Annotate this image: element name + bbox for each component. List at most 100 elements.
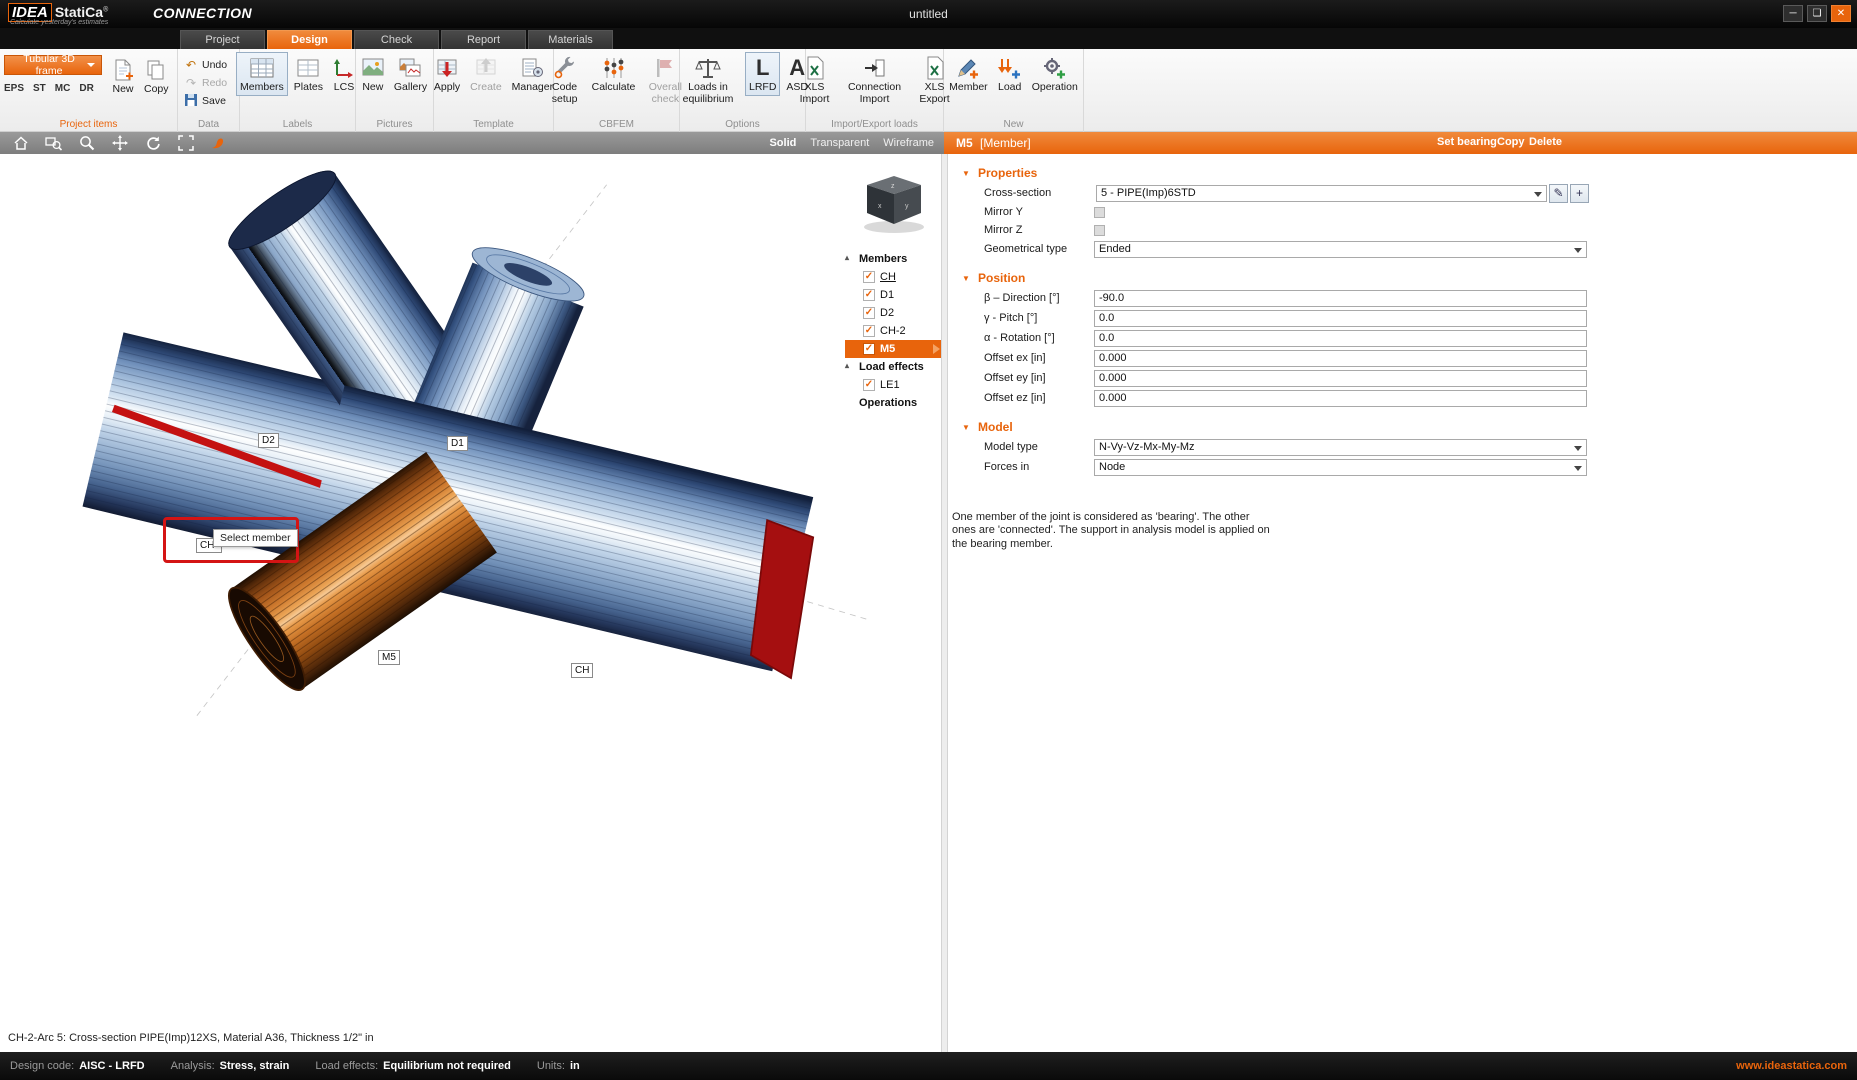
tree-item-d2[interactable]: ✓ D2: [845, 304, 942, 322]
eps-button[interactable]: EPS: [4, 83, 24, 94]
offset-ey-input[interactable]: 0.000: [1094, 370, 1587, 387]
fit-view-icon[interactable]: [177, 135, 194, 151]
copy-project-item-button[interactable]: Copy: [140, 54, 173, 98]
set-bearing-button[interactable]: Set bearing: [1437, 136, 1497, 148]
geometrical-type-dropdown[interactable]: Ended: [1094, 241, 1587, 258]
close-button[interactable]: ✕: [1831, 5, 1851, 22]
mc-button[interactable]: MC: [55, 83, 71, 94]
new-project-item-button[interactable]: New: [108, 54, 138, 98]
panel-splitter[interactable]: [941, 154, 948, 1052]
checkbox-ch2[interactable]: ✓: [863, 325, 875, 337]
edit-cross-section-button[interactable]: ✎: [1549, 184, 1568, 203]
offset-ex-label: Offset ex [in]: [984, 352, 1094, 364]
member-label-d2[interactable]: D2: [258, 433, 279, 448]
offset-ez-input[interactable]: 0.000: [1094, 390, 1587, 407]
project-type-dropdown[interactable]: Tubular 3D frame: [4, 55, 102, 75]
checkbox-ch[interactable]: ✓: [863, 271, 875, 283]
copy-member-button[interactable]: Copy: [1497, 136, 1525, 148]
beta-direction-input[interactable]: -90.0: [1094, 290, 1587, 307]
cross-section-dropdown[interactable]: 5 - PIPE(Imp)6STD: [1096, 185, 1547, 202]
home-view-icon[interactable]: [12, 135, 29, 151]
paint-view-icon[interactable]: [210, 135, 227, 151]
group-label-pictures: Pictures: [356, 119, 433, 130]
gamma-pitch-input[interactable]: 0.0: [1094, 310, 1587, 327]
section-position[interactable]: ▼Position: [948, 269, 1857, 288]
tab-design[interactable]: Design: [267, 30, 352, 49]
tree-item-ch2[interactable]: ✓ CH-2: [845, 322, 942, 340]
forces-in-dropdown[interactable]: Node: [1094, 459, 1587, 476]
ribbon-group-project-items: Tubular 3D frame EPS ST MC DR New Copy P…: [0, 49, 178, 132]
connection-import-button[interactable]: Connection Import: [838, 52, 912, 108]
tree-header-operations[interactable]: Operations: [845, 394, 942, 412]
save-button[interactable]: Save: [184, 93, 233, 109]
tab-check[interactable]: Check: [354, 30, 439, 49]
delete-member-button[interactable]: Delete: [1529, 136, 1562, 148]
collapse-triangle-icon: ▼: [962, 274, 970, 283]
new-member-button[interactable]: Member: [945, 52, 992, 96]
checkbox-d1[interactable]: ✓: [863, 289, 875, 301]
connection-import-icon: [863, 55, 887, 81]
new-load-button[interactable]: Load: [994, 52, 1026, 96]
ribbon-group-template: Apply Create Manager Template: [434, 49, 554, 132]
tree-item-m5[interactable]: ✓ M5: [845, 340, 942, 358]
section-properties[interactable]: ▼Properties: [948, 164, 1857, 183]
tab-report[interactable]: Report: [441, 30, 526, 49]
checkbox-le1[interactable]: ✓: [863, 379, 875, 391]
member-label-m5[interactable]: M5: [378, 650, 400, 665]
pan-icon[interactable]: [111, 135, 128, 151]
redo-icon: ↷: [184, 77, 198, 89]
zoom-icon[interactable]: [78, 135, 95, 151]
mirror-z-checkbox[interactable]: [1094, 225, 1105, 236]
member-label-ch[interactable]: CH: [571, 663, 593, 678]
load-arrows-plus-icon: [998, 55, 1022, 81]
viewport-3d[interactable]: D2 D1 CH- M5 CH Select member CH-2-Arc 5…: [0, 154, 941, 1052]
navigation-cube[interactable]: z x y: [855, 170, 933, 236]
status-bar: Design code:AISC - LRFD Analysis:Stress,…: [0, 1052, 1857, 1080]
st-button[interactable]: ST: [33, 83, 46, 94]
new-operation-button[interactable]: Operation: [1028, 52, 1082, 96]
labels-plates-button[interactable]: Plates: [290, 52, 327, 96]
model-type-dropdown[interactable]: N-Vy-Vz-Mx-My-Mz: [1094, 439, 1587, 456]
tree-item-d1[interactable]: ✓ D1: [845, 286, 942, 304]
template-apply-button[interactable]: Apply: [430, 52, 464, 96]
member-label-d1[interactable]: D1: [447, 436, 468, 451]
plates-grid-icon: [297, 55, 319, 81]
zoom-window-icon[interactable]: [45, 135, 62, 151]
offset-ex-input[interactable]: 0.000: [1094, 350, 1587, 367]
calculate-button[interactable]: Calculate: [588, 52, 640, 96]
maximize-button[interactable]: ❏: [1807, 5, 1827, 22]
render-mode-solid[interactable]: Solid: [769, 137, 796, 149]
redo-button[interactable]: ↷Redo: [184, 75, 233, 91]
picture-gallery-button[interactable]: Gallery: [390, 52, 431, 96]
tree-header-members[interactable]: ▴Members: [845, 250, 942, 268]
refresh-icon[interactable]: [144, 135, 161, 151]
undo-button[interactable]: ↶Undo: [184, 57, 233, 73]
code-setup-button[interactable]: Code setup: [544, 52, 586, 108]
mirror-y-checkbox[interactable]: [1094, 207, 1105, 218]
picture-new-button[interactable]: New: [358, 52, 388, 96]
checkbox-d2[interactable]: ✓: [863, 307, 875, 319]
document-title: untitled: [0, 7, 1857, 21]
render-mode-wireframe[interactable]: Wireframe: [883, 137, 934, 149]
svg-text:x: x: [878, 203, 882, 210]
tree-item-le1[interactable]: ✓ LE1: [845, 376, 942, 394]
lrfd-button[interactable]: L LRFD: [745, 52, 780, 96]
dr-button[interactable]: DR: [79, 83, 93, 94]
xls-import-button[interactable]: XLS Import: [794, 52, 836, 108]
add-cross-section-button[interactable]: +: [1570, 184, 1589, 203]
labels-lcs-button[interactable]: LCS: [329, 52, 359, 96]
checkbox-m5[interactable]: ✓: [863, 343, 875, 355]
alpha-rotation-input[interactable]: 0.0: [1094, 330, 1587, 347]
render-mode-transparent[interactable]: Transparent: [810, 137, 869, 149]
loads-in-equilibrium-button[interactable]: Loads in equilibrium: [673, 52, 743, 108]
selected-row-arrow-icon: [933, 344, 940, 354]
tab-materials[interactable]: Materials: [528, 30, 613, 49]
labels-members-button[interactable]: Members: [236, 52, 288, 96]
template-create-button[interactable]: Create: [466, 52, 506, 96]
tree-header-load-effects[interactable]: ▴Load effects: [845, 358, 942, 376]
tab-project[interactable]: Project: [180, 30, 265, 49]
section-model[interactable]: ▼Model: [948, 418, 1857, 437]
tree-item-ch[interactable]: ✓ CH: [845, 268, 942, 286]
website-link[interactable]: www.ideastatica.com: [1736, 1060, 1847, 1072]
minimize-button[interactable]: ─: [1783, 5, 1803, 22]
